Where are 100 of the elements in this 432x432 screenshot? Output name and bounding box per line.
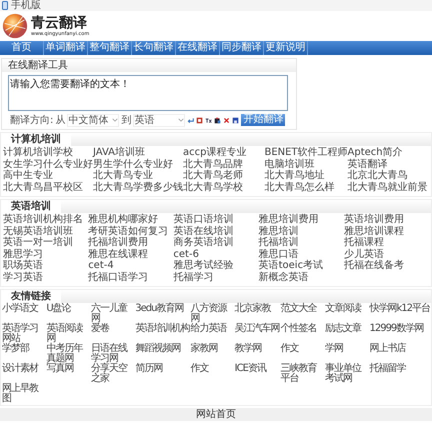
friend-link[interactable]: 家教网 <box>190 344 234 364</box>
friend-link[interactable]: 八方资源网 <box>190 304 234 324</box>
friend-link[interactable]: 个性签名 <box>280 324 324 344</box>
article-link[interactable]: 雅思口语 <box>258 250 344 260</box>
text-input-field[interactable]: 请输入您需要翻译的文本！ <box>8 75 288 111</box>
article-link[interactable]: 托福学习 <box>173 272 259 283</box>
article-link[interactable]: 女生学习什么专业好 <box>3 160 93 170</box>
article-link[interactable]: JAVA培训班 <box>93 148 183 158</box>
article-link[interactable]: 电脑培训班 <box>264 160 348 170</box>
article-link[interactable]: 北大青鸟学校 <box>183 182 264 193</box>
friend-link[interactable]: 中考历年真题网 <box>46 344 90 364</box>
friend-link[interactable]: 六一儿童网 <box>90 304 134 324</box>
friend-link[interactable]: 舞蹈视频网 <box>135 344 190 364</box>
friend-link[interactable]: 范文大全 <box>280 304 324 324</box>
article-link[interactable]: 雅思培训 <box>258 226 344 237</box>
article-link[interactable]: 托福在线备考 <box>344 261 429 272</box>
article-link[interactable]: 英语培训机构排名 <box>3 215 88 226</box>
article-link[interactable]: 雅思学习 <box>3 250 88 260</box>
article-link[interactable]: 托福口语学习 <box>88 272 174 283</box>
friend-link[interactable]: 英语学习网站 <box>2 324 46 344</box>
friend-link[interactable]: 托福留学 <box>369 364 430 384</box>
section-tab[interactable]: 友情链接 <box>1 290 61 303</box>
article-link[interactable]: 北大青鸟老师 <box>183 171 264 182</box>
article-link[interactable]: 北大青鸟地址 <box>264 171 348 182</box>
friend-link[interactable]: 日语在线学习网 <box>90 344 134 364</box>
article-link[interactable]: 北大青鸟怎么样 <box>264 182 348 193</box>
article-link[interactable]: BENET软件工程师 <box>264 148 348 158</box>
article-link[interactable]: 北大青鸟学费多少钱 <box>93 182 183 193</box>
article-link[interactable]: 英语一对一培训 <box>3 238 88 248</box>
article-link[interactable]: 商务英语培训 <box>173 238 259 248</box>
friend-link[interactable]: 网上早教图 <box>2 384 46 404</box>
nav-link[interactable]: 同步翻译 <box>220 41 264 55</box>
friend-link[interactable]: 文章阅读 <box>325 304 368 324</box>
article-link[interactable]: cet-4 <box>88 261 174 272</box>
friend-link[interactable]: 作文 <box>190 364 234 384</box>
friend-link[interactable]: 学梦部 <box>2 344 46 364</box>
article-link[interactable]: 无锡英语培训班 <box>3 226 88 237</box>
friend-link[interactable]: ICE资讯 <box>234 364 280 384</box>
nav-link[interactable]: 在线翻译 <box>176 41 220 55</box>
article-link[interactable]: 新概念英语 <box>258 272 344 283</box>
friend-link[interactable]: 学网 <box>325 344 368 364</box>
site-logo-name[interactable]: 青云翻译 <box>31 16 90 30</box>
article-link[interactable]: 英语toeic考试 <box>258 261 344 272</box>
article-link[interactable]: 英语口语培训 <box>173 215 259 226</box>
article-link[interactable]: 北京北大青鸟 <box>348 171 429 182</box>
friend-link[interactable]: 英语阅读网 <box>46 324 90 344</box>
friend-link[interactable]: 简历网 <box>135 364 190 384</box>
friend-link[interactable]: 小学语文 <box>2 304 46 324</box>
friend-link[interactable]: 教学网 <box>234 344 280 364</box>
article-link[interactable]: accp课程专业 <box>183 148 264 158</box>
friend-link[interactable]: 作文 <box>280 344 324 364</box>
friend-link[interactable]: 设计素材 <box>2 364 46 384</box>
nav-link[interactable]: 整句翻译 <box>88 41 132 55</box>
friend-link[interactable]: 北京家教 <box>234 304 280 324</box>
friend-link[interactable]: 事业单位考试网 <box>325 364 368 384</box>
article-link[interactable]: 北大青鸟就业前景 <box>348 182 429 193</box>
nav-link[interactable]: 长句翻译 <box>132 41 176 55</box>
friend-link[interactable]: 12999数学网 <box>369 324 430 344</box>
friend-link[interactable]: 分享天空之家 <box>90 364 134 384</box>
article-link[interactable]: 雅思培训课程 <box>344 226 429 237</box>
nav-link[interactable]: 更新说明 <box>264 41 308 55</box>
article-link[interactable]: 雅思培训费用 <box>258 215 344 226</box>
friend-link[interactable]: 3edu教育网 <box>135 304 190 324</box>
article-link[interactable]: 雅思考试经验 <box>173 261 259 272</box>
friend-link[interactable]: 快学网k12平台 <box>369 304 430 324</box>
friend-link[interactable]: 爱卷 <box>90 324 134 344</box>
article-link[interactable]: 北大青鸟专业 <box>93 171 183 182</box>
article-link[interactable]: 托福培训 <box>258 238 344 248</box>
article-link[interactable]: Aptech简介 <box>348 148 429 158</box>
friend-link[interactable]: U盘论 <box>46 304 90 324</box>
article-link[interactable]: 雅思机构哪家好 <box>88 215 174 226</box>
friend-link[interactable]: 励志文章 <box>325 324 368 344</box>
article-link[interactable]: 少儿英语 <box>344 250 429 260</box>
article-link[interactable]: 北大青鸟品牌 <box>183 160 264 170</box>
friend-link[interactable]: 三峡教育平台 <box>280 364 324 384</box>
article-link[interactable]: 学习英语 <box>3 272 88 283</box>
source-language-select[interactable]: 中文简体 <box>67 114 120 126</box>
article-link[interactable]: 托福培训费用 <box>88 238 174 248</box>
article-link[interactable]: 北大青鸟昌平校区 <box>3 182 93 193</box>
article-link[interactable]: 计算机培训学校 <box>3 148 93 158</box>
article-link[interactable]: 英语在线培训 <box>173 226 259 237</box>
friend-link[interactable]: 网上书店 <box>369 344 430 364</box>
article-link[interactable]: 英语培训费用 <box>344 215 429 226</box>
target-language-select[interactable]: 英语 <box>133 114 186 126</box>
friend-link[interactable]: 英语培训机构 <box>135 324 190 344</box>
article-link[interactable]: 男生学什么专业好 <box>93 160 183 170</box>
article-link[interactable]: 雅思在线课程 <box>88 250 174 260</box>
section-tab[interactable]: 计算机培训 <box>1 133 71 146</box>
article-link[interactable]: 英语翻译 <box>348 160 429 170</box>
nav-link[interactable]: 单词翻译 <box>44 41 88 55</box>
article-link[interactable]: cet-6 <box>173 250 259 260</box>
window-title[interactable]: 手机版 <box>11 0 41 11</box>
friend-link[interactable]: 写真网 <box>46 364 90 384</box>
home-link[interactable]: 网站首页 <box>196 409 236 420</box>
nav-link[interactable]: 首页 <box>0 41 44 55</box>
article-link[interactable]: 考研英语如何复习 <box>88 226 174 237</box>
article-link[interactable]: 职场英语 <box>3 261 88 272</box>
friend-link[interactable]: 给力英语 <box>190 324 234 344</box>
section-tab[interactable]: 英语培训 <box>1 200 61 213</box>
article-link[interactable]: 托福课程 <box>344 238 429 248</box>
